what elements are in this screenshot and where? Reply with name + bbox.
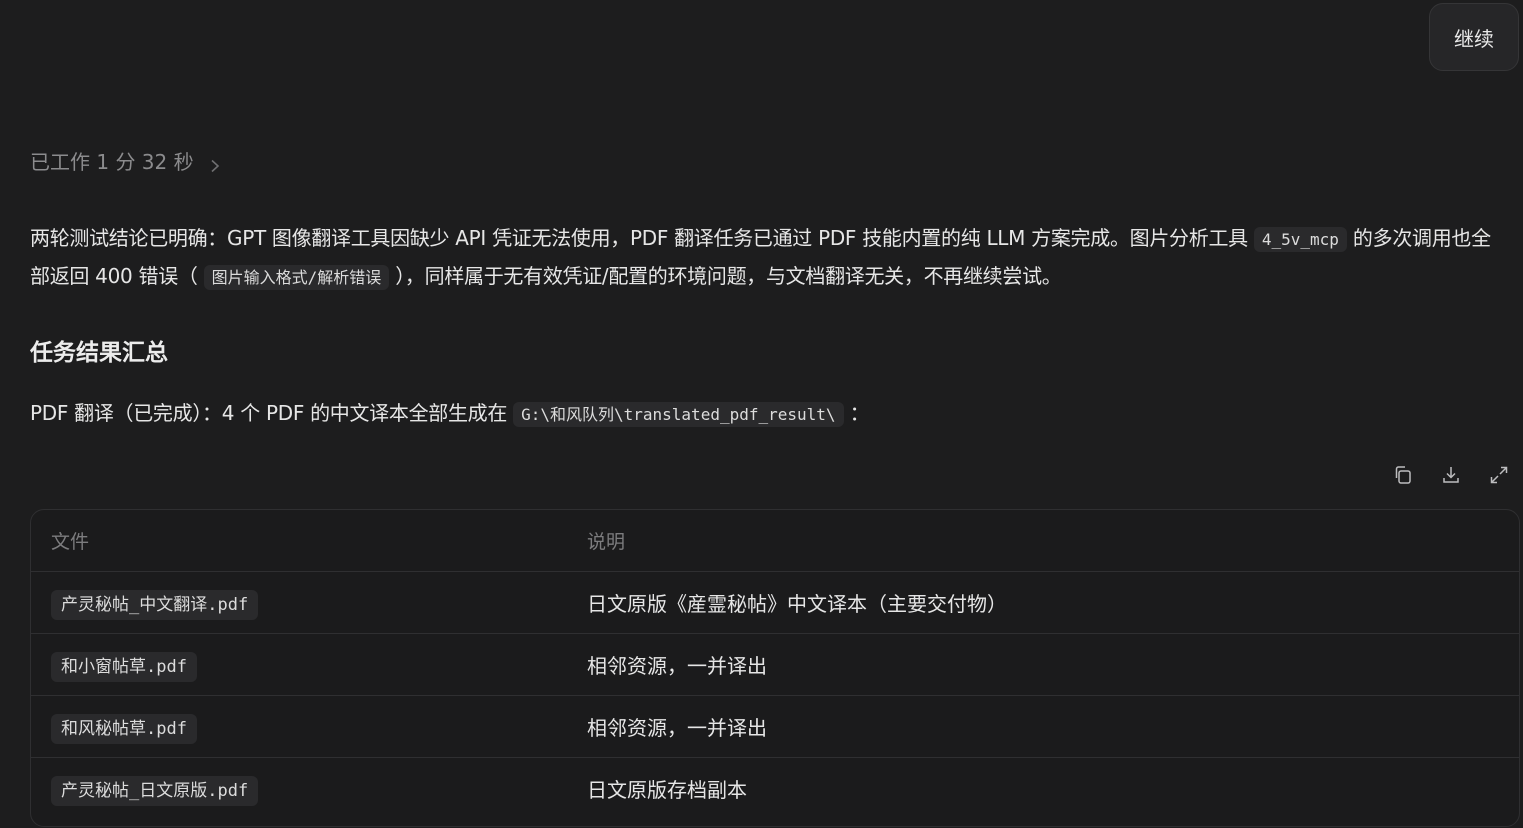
file-cell: 产灵秘帖_中文翻译.pdf <box>31 571 569 634</box>
description-cell: 相邻资源，一并译出 <box>569 695 1519 758</box>
pdf-line-text: PDF 翻译（已完成）：4 个 PDF 的中文译本全部生成在 <box>30 401 508 425</box>
column-header-description: 说明 <box>569 510 1519 572</box>
file-name-code: 和风秘帖草.pdf <box>51 714 197 744</box>
table-toolbar <box>1392 464 1510 486</box>
section-heading: 任务结果汇总 <box>30 340 168 366</box>
pdf-result-line: PDF 翻译（已完成）：4 个 PDF 的中文译本全部生成在 G:\和风队列\tr… <box>30 395 870 433</box>
description-cell: 相邻资源，一并译出 <box>569 633 1519 696</box>
file-name-code: 产灵秘帖_日文原版.pdf <box>51 776 259 806</box>
expand-icon[interactable] <box>1488 464 1510 486</box>
download-icon[interactable] <box>1440 464 1462 486</box>
worked-duration-label: 已工作 1 分 32 秒 <box>30 150 194 174</box>
inline-code-path: G:\和风队列\translated_pdf_result\ <box>513 402 844 427</box>
table-row: 和风秘帖草.pdf 相邻资源，一并译出 <box>31 695 1519 758</box>
file-name-code: 和小窗帖草.pdf <box>51 652 197 682</box>
results-table-container: 文件 说明 产灵秘帖_中文翻译.pdf 日文原版《産霊秘帖》中文译本（主要交付物… <box>30 509 1520 827</box>
results-table: 文件 说明 产灵秘帖_中文翻译.pdf 日文原版《産霊秘帖》中文译本（主要交付物… <box>31 510 1519 819</box>
inline-code-tool-name: 4_5v_mcp <box>1253 227 1347 252</box>
description-cell: 日文原版《産霊秘帖》中文译本（主要交付物） <box>569 571 1519 634</box>
table-header-row: 文件 说明 <box>31 510 1519 572</box>
file-cell: 和小窗帖草.pdf <box>31 633 569 696</box>
continue-button[interactable]: 继续 <box>1429 3 1519 71</box>
column-header-file: 文件 <box>31 510 569 572</box>
inline-code-error: 图片输入格式/解析错误 <box>203 265 390 290</box>
file-cell: 和风秘帖草.pdf <box>31 695 569 758</box>
file-cell: 产灵秘帖_日文原版.pdf <box>31 758 569 820</box>
pdf-line-colon: ： <box>849 401 870 425</box>
chat-page: 继续 已工作 1 分 32 秒 两轮测试结论已明确：GPT 图像翻译工具因缺少 … <box>0 0 1523 828</box>
copy-icon[interactable] <box>1392 464 1414 486</box>
file-name-code: 产灵秘帖_中文翻译.pdf <box>51 590 259 620</box>
summary-paragraph: 两轮测试结论已明确：GPT 图像翻译工具因缺少 API 凭证无法使用，PDF 翻… <box>30 220 1510 296</box>
table-row: 产灵秘帖_中文翻译.pdf 日文原版《産霊秘帖》中文译本（主要交付物） <box>31 571 1519 634</box>
chevron-right-icon <box>208 154 222 172</box>
table-row: 产灵秘帖_日文原版.pdf 日文原版存档副本 <box>31 758 1519 820</box>
summary-text-1: 两轮测试结论已明确：GPT 图像翻译工具因缺少 API 凭证无法使用，PDF 翻… <box>30 226 1248 250</box>
description-cell: 日文原版存档副本 <box>587 778 747 802</box>
worked-duration-toggle[interactable]: 已工作 1 分 32 秒 <box>30 146 222 175</box>
table-row: 和小窗帖草.pdf 相邻资源，一并译出 <box>31 633 1519 696</box>
summary-text-3: ），同样属于无有效凭证/配置的环境问题，与文档翻译无关，不再继续尝试。 <box>395 264 1062 288</box>
